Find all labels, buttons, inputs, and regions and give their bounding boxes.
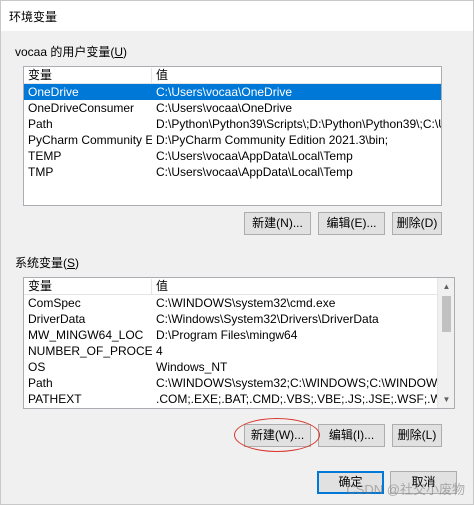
column-header-value[interactable]: 值: [152, 279, 439, 295]
list-item[interactable]: NUMBER_OF_PROCESSORS 4: [24, 343, 439, 359]
column-header-variable[interactable]: 变量: [24, 68, 152, 84]
variable-value: Windows_NT: [156, 360, 228, 374]
list-item[interactable]: MW_MINGW64_LOC D:\Program Files\mingw64: [24, 327, 439, 343]
variable-name: PyCharm Community Editi...: [28, 133, 152, 147]
list-item[interactable]: OneDriveConsumer C:\Users\vocaa\OneDrive: [24, 100, 441, 116]
column-header-variable[interactable]: 变量: [24, 279, 152, 295]
variable-value: 4: [156, 344, 163, 358]
watermark: CSDN @社交小废物: [346, 482, 465, 497]
list-item[interactable]: TMP C:\Users\vocaa\AppData\Local\Temp: [24, 164, 441, 180]
user-vars-header: 变量 值: [24, 67, 441, 84]
system-edit-button[interactable]: 编辑(I)...: [318, 424, 385, 447]
variable-value: D:\PyCharm Community Edition 2021.3\bin;: [156, 133, 389, 147]
variable-value: C:\Windows\System32\Drivers\DriverData: [156, 312, 379, 326]
list-item[interactable]: OneDrive C:\Users\vocaa\OneDrive: [24, 84, 441, 100]
variable-value: C:\Users\vocaa\AppData\Local\Temp: [156, 165, 353, 179]
user-vars-list[interactable]: 变量 值 OneDrive C:\Users\vocaa\OneDrive OneD…: [23, 66, 442, 206]
variable-name: DriverData: [28, 312, 86, 326]
list-item[interactable]: Path D:\Python\Python39\Scripts\;D:\Pytho…: [24, 116, 441, 132]
variable-name: OS: [28, 360, 46, 374]
list-item[interactable]: PATHEXT .COM;.EXE;.BAT;.CMD;.VBS;.VBE;.JS…: [24, 391, 439, 407]
variable-value: .COM;.EXE;.BAT;.CMD;.VBS;.VBE;.JS;.JSE;.…: [156, 392, 437, 406]
list-item[interactable]: Path C:\WINDOWS\system32;C:\WINDOWS;C:\WI…: [24, 375, 439, 391]
variable-value: D:\Program Files\mingw64: [156, 328, 298, 342]
variable-value: C:\Users\vocaa\OneDrive: [156, 85, 293, 99]
variable-value: C:\Users\vocaa\OneDrive: [156, 101, 293, 115]
variable-value: C:\WINDOWS\system32\cmd.exe: [156, 296, 336, 310]
list-item[interactable]: TEMP C:\Users\vocaa\AppData\Local\Temp: [24, 148, 441, 164]
scroll-thumb[interactable]: [442, 296, 451, 332]
user-vars-rows: OneDrive C:\Users\vocaa\OneDrive OneDriveC…: [24, 84, 441, 180]
variable-name: PATHEXT: [28, 392, 82, 406]
user-vars-group-label: vocaa 的用户变量(U): [15, 45, 128, 59]
system-vars-header: 变量 值: [24, 278, 454, 295]
variable-value: C:\Users\vocaa\AppData\Local\Temp: [156, 149, 353, 163]
variable-name: TMP: [28, 165, 54, 179]
scroll-down-arrow-icon[interactable]: ▼: [438, 391, 454, 408]
variable-name: ComSpec: [28, 296, 81, 310]
variable-name: TEMP: [28, 149, 62, 163]
user-delete-button[interactable]: 删除(D): [392, 212, 442, 235]
scroll-up-arrow-icon[interactable]: ▲: [438, 278, 454, 295]
user-edit-button[interactable]: 编辑(E)...: [318, 212, 385, 235]
variable-value: C:\WINDOWS\system32;C:\WINDOWS;C:\WINDOW…: [156, 376, 437, 390]
window-title: 环境变量: [9, 10, 58, 24]
variable-name: Path: [28, 117, 53, 131]
list-item[interactable]: DriverData C:\Windows\System32\Drivers\Dr…: [24, 311, 439, 327]
list-item[interactable]: PyCharm Community Editi... D:\PyCharm Com…: [24, 132, 441, 148]
user-new-button[interactable]: 新建(N)...: [244, 212, 311, 235]
system-vars-scrollbar[interactable]: ▲ ▼: [437, 278, 454, 408]
variable-name: MW_MINGW64_LOC: [28, 328, 144, 342]
title-bar: 环境变量: [1, 1, 473, 31]
variable-name: OneDriveConsumer: [28, 101, 135, 115]
environment-variables-dialog: 环境变量 vocaa 的用户变量(U) 变量 值 OneDrive C:\User…: [0, 0, 474, 505]
list-item[interactable]: OS Windows_NT: [24, 359, 439, 375]
system-vars-list[interactable]: 变量 值 ComSpec C:\WINDOWS\system32\cmd.exe D…: [23, 277, 455, 409]
system-vars-group-label: 系统变量(S): [15, 256, 80, 270]
list-item[interactable]: ComSpec C:\WINDOWS\system32\cmd.exe: [24, 295, 439, 311]
system-vars-rows: ComSpec C:\WINDOWS\system32\cmd.exe Driver…: [24, 295, 439, 407]
variable-name: Path: [28, 376, 53, 390]
variable-value: D:\Python\Python39\Scripts\;D:\Python\Py…: [156, 117, 441, 131]
system-delete-button[interactable]: 删除(L): [392, 424, 442, 447]
variable-name: OneDrive: [28, 85, 79, 99]
variable-name: NUMBER_OF_PROCESSORS: [28, 344, 152, 358]
highlight-ring: [234, 418, 320, 452]
column-header-value[interactable]: 值: [152, 68, 441, 84]
